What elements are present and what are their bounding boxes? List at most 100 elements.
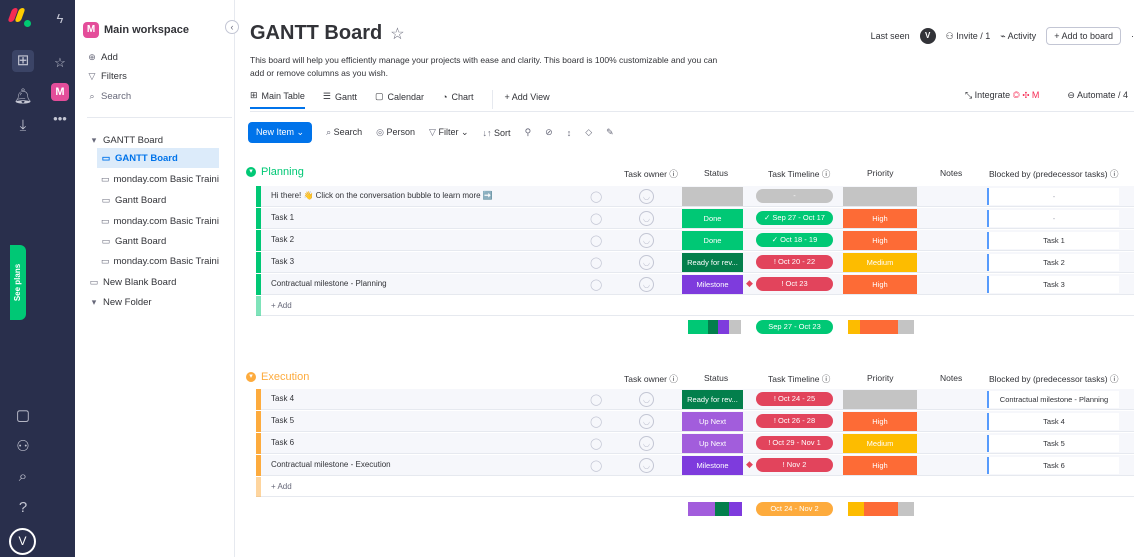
table-row[interactable]: Task 5 ◯ ◡ Up Next ! Oct 26 - 28 High Task 4 <box>256 411 1134 432</box>
timeline-cell[interactable]: ! Oct 23 <box>756 277 833 291</box>
col-blocked[interactable]: Blocked by (predecessor tasks) ⓘ <box>989 168 1118 180</box>
tab-gantt[interactable]: ☰ Gantt <box>323 90 357 109</box>
help-icon[interactable]: ? <box>12 497 34 519</box>
blocked-cell[interactable]: Task 3 <box>987 276 1119 293</box>
sidebar-item-board[interactable]: ▭ monday.com Basic Traini... <box>97 211 219 231</box>
col-task-owner[interactable]: Task owner ⓘ <box>624 373 678 385</box>
conversation-icon[interactable]: ◯ <box>590 437 602 450</box>
blocked-cell[interactable]: Contractual milestone - Planning <box>987 391 1119 408</box>
pin-icon[interactable]: ⚲ <box>525 127 532 138</box>
blocked-cell[interactable]: Task 4 <box>987 413 1119 430</box>
sidebar-item-board[interactable]: ▭ Gantt Board <box>97 231 219 251</box>
board-title-text[interactable]: GANTT Board <box>250 22 382 45</box>
priority-cell[interactable]: Medium <box>843 434 917 453</box>
conversation-icon[interactable]: ◯ <box>590 459 602 472</box>
search-icon[interactable]: ⌕ <box>12 466 34 488</box>
blocked-cell[interactable]: - <box>987 210 1119 227</box>
star-icon[interactable]: ☆ <box>390 24 404 44</box>
item-name[interactable]: Task 3 <box>271 257 294 266</box>
priority-cell[interactable]: High <box>843 412 917 431</box>
conversation-icon[interactable]: ◯ <box>590 256 602 269</box>
inbox-icon[interactable]: ⤓ <box>12 115 34 137</box>
item-name[interactable]: Hi there! 👋 Click on the conversation bu… <box>271 191 493 200</box>
sort-button[interactable]: ↓↑ Sort <box>483 128 511 138</box>
invite-button[interactable]: ⚇ Invite / 1 <box>946 31 991 42</box>
group-title[interactable]: ▾ Execution <box>246 371 309 383</box>
col-timeline[interactable]: Task Timeline ⓘ <box>768 168 830 180</box>
row-height-icon[interactable]: ↕ <box>567 128 572 138</box>
bell-icon[interactable]: 🔔︎ <box>12 86 34 108</box>
status-cell[interactable] <box>682 187 743 206</box>
item-name[interactable]: Task 5 <box>271 416 294 425</box>
blocked-cell[interactable]: Task 6 <box>987 457 1119 474</box>
group-title[interactable]: ▾ Planning <box>246 166 304 178</box>
person-icon[interactable]: ◡ <box>639 189 654 204</box>
filters-button[interactable]: ▽ Filters <box>87 71 127 82</box>
add-item-row[interactable]: + Add <box>256 477 1134 497</box>
invite-members-icon[interactable]: ⚇ <box>12 436 34 458</box>
filter-button[interactable]: ▽ Filter ⌄ <box>429 127 468 138</box>
blocked-cell[interactable]: - <box>987 188 1119 205</box>
timeline-cell[interactable]: ! Nov 2 <box>756 458 833 472</box>
calendar-icon[interactable]: ▢ <box>12 405 34 427</box>
status-summary[interactable] <box>688 320 741 334</box>
priority-cell[interactable]: Medium <box>843 253 917 272</box>
add-button[interactable]: ⊕ Add <box>87 52 118 63</box>
conversation-icon[interactable]: ◯ <box>590 212 602 225</box>
table-row[interactable]: Contractual milestone - Execution ◯ ◡ Miles… <box>256 455 1134 476</box>
color-icon[interactable]: ◇ <box>585 127 592 138</box>
person-filter-button[interactable]: ◎ Person <box>376 127 415 138</box>
timeline-summary[interactable]: Sep 27 - Oct 23 <box>756 320 833 334</box>
conversation-icon[interactable]: ◯ <box>590 278 602 291</box>
person-icon[interactable]: ◡ <box>639 458 654 473</box>
status-cell[interactable]: Milestone <box>682 275 743 294</box>
item-name[interactable]: Task 2 <box>271 235 294 244</box>
person-icon[interactable]: ◡ <box>639 277 654 292</box>
table-row[interactable]: Task 3 ◯ ◡ Ready for rev... ! Oct 20 - 22 Med… <box>256 252 1134 273</box>
status-cell[interactable]: Ready for rev... <box>682 390 743 409</box>
blocked-cell[interactable]: Task 1 <box>987 232 1119 249</box>
col-notes[interactable]: Notes <box>940 168 962 178</box>
sidebar-item-board[interactable]: ▭ monday.com Basic Traini... <box>97 169 219 189</box>
priority-cell[interactable] <box>843 390 917 409</box>
sidebar-item-board[interactable]: ▭ Gantt Board <box>97 190 219 210</box>
status-cell[interactable]: Up Next <box>682 434 743 453</box>
item-name[interactable]: Task 1 <box>271 213 294 222</box>
timeline-cell[interactable]: ! Oct 29 - Nov 1 <box>756 436 833 450</box>
table-row[interactable]: Task 4 ◯ ◡ Ready for rev... ! Oct 24 - 25 Con… <box>256 389 1134 410</box>
priority-summary[interactable] <box>848 502 914 516</box>
col-status[interactable]: Status <box>704 373 728 383</box>
conversation-icon[interactable]: ◯ <box>590 190 602 203</box>
add-to-board-button[interactable]: + Add to board <box>1046 27 1121 45</box>
table-row[interactable]: Task 1 ◯ ◡ Done ✓ Sep 27 - Oct 17 High - <box>256 208 1134 229</box>
person-icon[interactable]: ◡ <box>639 211 654 226</box>
sidebar-item-board[interactable]: ▭ monday.com Basic Traini... <box>97 251 219 271</box>
priority-cell[interactable] <box>843 187 917 206</box>
status-cell[interactable]: Ready for rev... <box>682 253 743 272</box>
col-task-owner[interactable]: Task owner ⓘ <box>624 168 678 180</box>
table-row[interactable]: Task 2 ◯ ◡ Done ✓ Oct 18 - 19 High Task 1 <box>256 230 1134 251</box>
user-avatar[interactable]: V <box>9 528 36 555</box>
timeline-cell[interactable]: - <box>756 189 833 203</box>
more-dots-icon[interactable]: ••• <box>49 108 71 130</box>
priority-summary[interactable] <box>848 320 914 334</box>
formatting-icon[interactable]: ✎ <box>606 127 614 138</box>
chevron-down-icon[interactable]: ▾ <box>246 372 256 382</box>
col-blocked[interactable]: Blocked by (predecessor tasks) ⓘ <box>989 373 1118 385</box>
add-item-label[interactable]: + Add <box>271 482 292 491</box>
priority-cell[interactable]: High <box>843 275 917 294</box>
timeline-cell[interactable]: ! Oct 26 - 28 <box>756 414 833 428</box>
sidebar-item-board[interactable]: ▭ GANTT Board <box>97 148 219 168</box>
automate-button[interactable]: ⊖ Automate / 4 <box>1067 90 1128 101</box>
favorites-star-icon[interactable]: ☆ <box>49 52 71 74</box>
sidebar-item-board[interactable]: ▭ New Blank Board <box>85 272 219 292</box>
col-notes[interactable]: Notes <box>940 373 962 383</box>
timeline-cell[interactable]: ! Oct 20 - 22 <box>756 255 833 269</box>
conversation-icon[interactable]: ◯ <box>590 393 602 406</box>
new-item-button[interactable]: New Item ⌄ <box>248 122 313 143</box>
search-button[interactable]: ⌕ Search <box>326 127 362 138</box>
workspace-title[interactable]: M Main workspace <box>83 22 189 38</box>
priority-cell[interactable]: High <box>843 456 917 475</box>
add-item-row[interactable]: + Add <box>256 296 1134 316</box>
conversation-icon[interactable]: ◯ <box>590 234 602 247</box>
